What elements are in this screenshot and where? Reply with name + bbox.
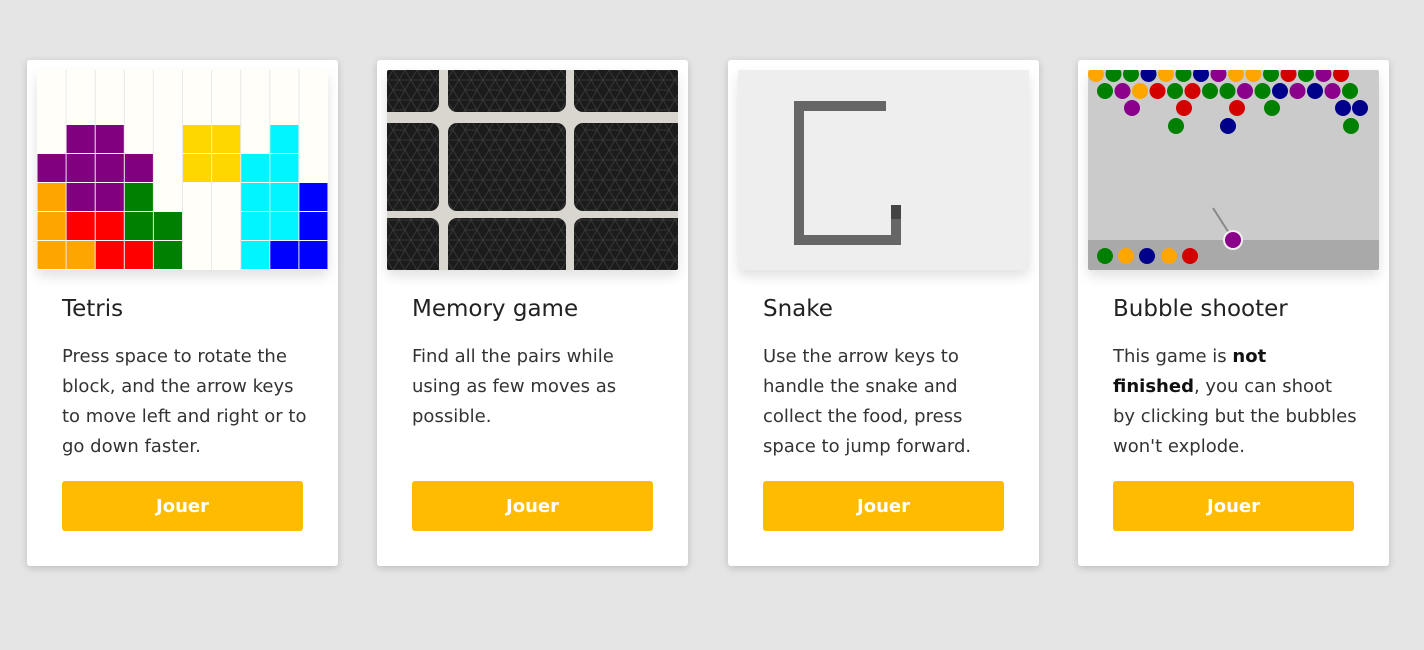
- bubble-shooter-thumbnail: [1088, 70, 1379, 270]
- play-memory-button[interactable]: Jouer: [412, 481, 653, 531]
- play-snake-button[interactable]: Jouer: [763, 481, 1004, 531]
- play-bubble-shooter-button[interactable]: Jouer: [1113, 481, 1354, 531]
- play-tetris-button[interactable]: Jouer: [62, 481, 303, 531]
- game-card-bubble-shooter: Bubble shooter This game is not finished…: [1078, 60, 1389, 566]
- game-card-snake: Snake Use the arrow keys to handle the s…: [728, 60, 1039, 566]
- card-title: Memory game: [412, 296, 579, 322]
- snake-thumbnail: [738, 70, 1029, 270]
- card-title: Snake: [763, 296, 833, 322]
- memory-thumbnail: [387, 70, 678, 270]
- card-title: Bubble shooter: [1113, 296, 1288, 322]
- card-description: This game is not finished, you can shoot…: [1113, 346, 1357, 457]
- card-title: Tetris: [62, 296, 124, 322]
- game-card-tetris: Tetris Press space to rotate the block, …: [27, 60, 338, 566]
- card-description: Find all the pairs while using as few mo…: [412, 346, 617, 427]
- tetris-thumbnail: [37, 70, 328, 270]
- card-description: Use the arrow keys to handle the snake a…: [763, 346, 972, 457]
- games-grid: Tetris Press space to rotate the block, …: [0, 0, 1424, 650]
- game-card-memory: Memory game Find all the pairs while usi…: [377, 60, 688, 566]
- card-description: Press space to rotate the block, and the…: [62, 346, 307, 457]
